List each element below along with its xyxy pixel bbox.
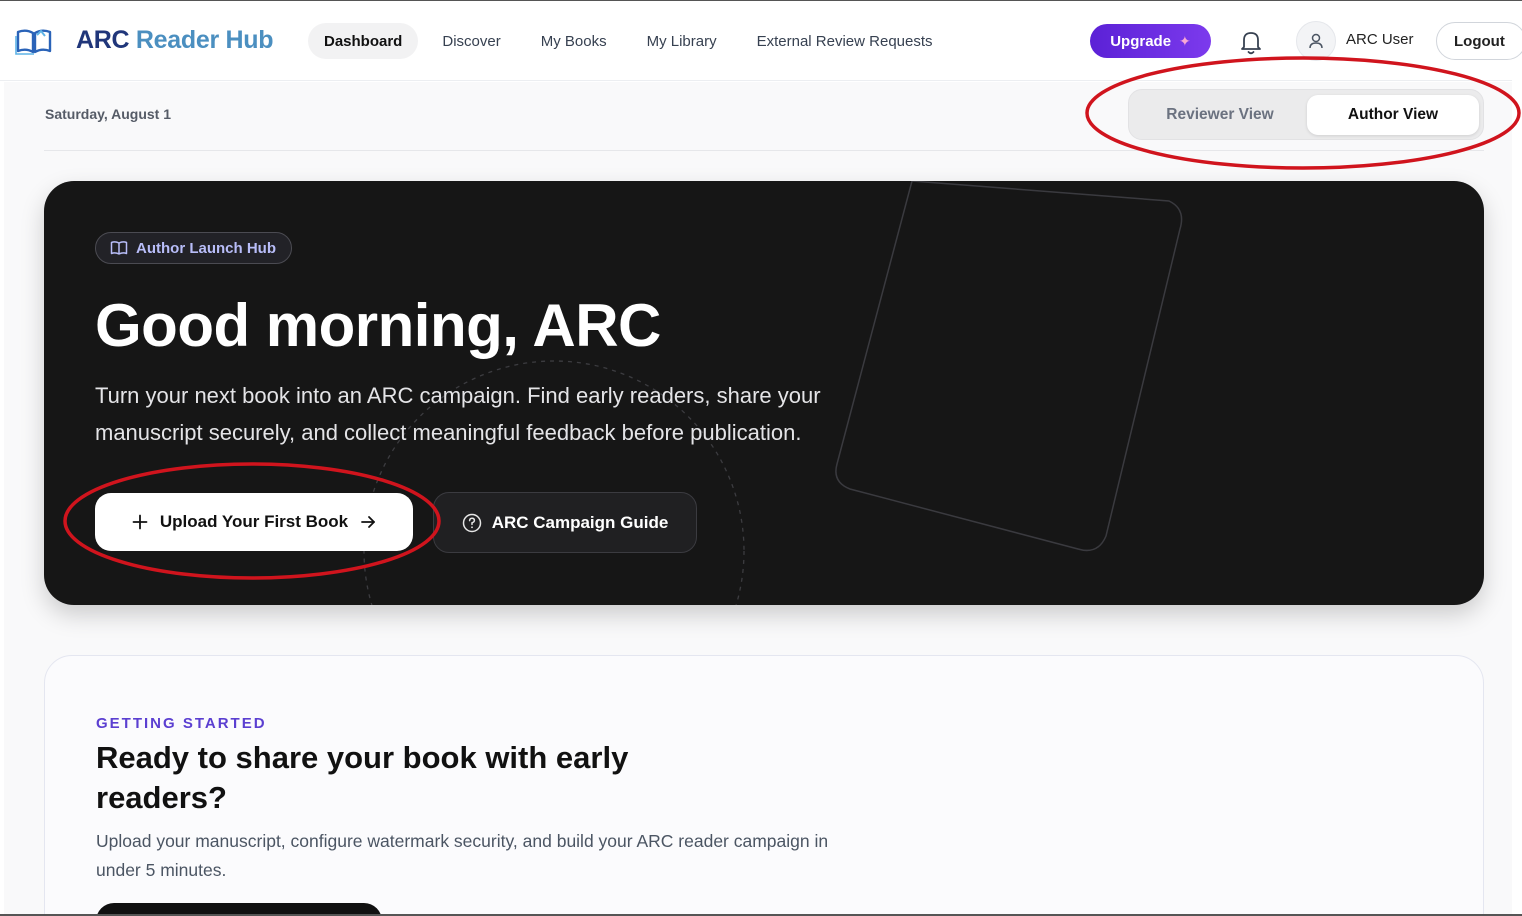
main-nav: Dashboard Discover My Books My Library E… [308, 23, 957, 59]
upgrade-button-label: Upgrade [1110, 32, 1172, 50]
nav-item-my-library[interactable]: My Library [631, 23, 733, 59]
upload-button-label: Upload Your First Book [159, 512, 349, 531]
hero-banner: Author Launch Hub Good morning, ARC Turn… [44, 181, 1484, 605]
sparkle-icon: ✦ [1179, 32, 1191, 49]
book-open-icon [110, 241, 128, 255]
upload-first-book-button[interactable]: Upload Your First Book [95, 493, 413, 551]
brand-title-part1: ARC [76, 26, 130, 54]
logout-button[interactable]: Logout [1436, 22, 1522, 60]
arrow-right-icon [361, 516, 376, 528]
getting-started-eyebrow: GETTING STARTED [96, 715, 267, 732]
author-view-toggle[interactable]: Author View [1307, 95, 1479, 135]
nav-item-discover[interactable]: Discover [426, 23, 516, 59]
section-divider [44, 150, 1484, 151]
nav-item-my-books[interactable]: My Books [525, 23, 623, 59]
help-circle-icon [462, 513, 481, 532]
brand-title[interactable]: ARC Reader Hub [76, 26, 274, 55]
window-edge [1512, 82, 1522, 916]
user-icon [1309, 33, 1323, 49]
guide-button-label: ARC Campaign Guide [491, 512, 669, 532]
reviewer-view-toggle[interactable]: Reviewer View [1135, 95, 1305, 135]
view-toggle: Reviewer View Author View [1128, 89, 1484, 140]
plus-icon [132, 514, 148, 530]
arc-campaign-guide-button[interactable]: ARC Campaign Guide [433, 492, 697, 553]
author-launch-hub-badge: Author Launch Hub [95, 232, 292, 264]
username-label[interactable]: ARC User [1346, 31, 1414, 48]
nav-item-dashboard[interactable]: Dashboard [308, 23, 419, 59]
top-navbar: ARC Reader Hub Dashboard Discover My Boo… [0, 1, 1522, 81]
getting-started-title: Ready to share your book with early read… [96, 740, 629, 815]
hero-description: Turn your next book into an ARC campaign… [95, 383, 821, 445]
bell-icon[interactable] [1236, 27, 1266, 57]
nav-item-external-review-requests[interactable]: External Review Requests [741, 23, 949, 59]
date-label: Saturday, August 1 [45, 106, 172, 122]
brand-title-part2: Reader Hub [135, 26, 274, 54]
greeting-title: Good morning, ARC [95, 292, 661, 359]
badge-label: Author Launch Hub [136, 239, 276, 257]
getting-started-description: Upload your manuscript, configure waterm… [96, 831, 829, 880]
upgrade-button[interactable]: Upgrade ✦ [1090, 24, 1211, 58]
book-logo-icon [15, 29, 52, 55]
avatar[interactable] [1296, 21, 1336, 61]
getting-started-card: GETTING STARTED Ready to share your book… [44, 655, 1484, 916]
